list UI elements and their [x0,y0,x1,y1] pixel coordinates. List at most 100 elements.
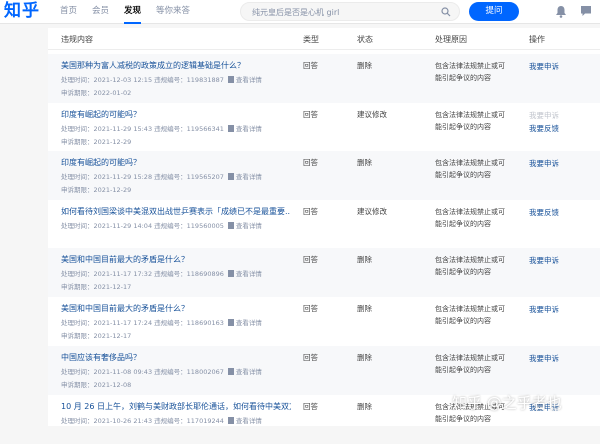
row-actions: 我要反馈 [529,206,559,219]
reason-line: 能引起争议的内容 [435,74,491,82]
table-row: 如何看待刘国梁谈中美混双出战世乒赛表示「成绩已不是最重要... 处理时间：2021… [48,200,600,249]
appeal-button: 我要申诉 [529,111,559,120]
row-actions: 我要申诉 [529,303,559,316]
reason-line: 包含法律法规禁止或可 [435,159,505,167]
search-input[interactable]: 纯元皇后是否是心机 girl [240,2,460,21]
view-details-link[interactable]: 查看详情 [236,368,262,376]
view-details-link[interactable]: 查看详情 [236,76,262,84]
appeal-button[interactable]: 我要申诉 [529,352,559,365]
reason-line: 能引起争议的内容 [435,317,491,325]
process-time: 处理时间：2021-11-08 09:43 [61,368,153,376]
row-actions: 我要申诉 [529,157,559,170]
process-reason: 包含法律法规禁止或可 能引起争议的内容 [435,109,515,133]
process-reason: 包含法律法规禁止或可 能引起争议的内容 [435,303,515,327]
process-reason: 包含法律法规禁止或可 能引起争议的内容 [435,254,515,278]
violation-title-link[interactable]: 印度有崛起的可能吗？ [61,109,141,120]
ask-button[interactable]: 提问 [469,2,519,21]
document-icon [227,173,234,180]
content-type: 回答 [303,207,318,216]
column-actions: 操作 [529,35,545,44]
process-time: 处理时间：2021-11-29 14:04 [61,222,153,230]
zhihu-logo[interactable]: 知乎 [4,1,40,21]
status-text: 删除 [357,402,372,411]
nav-home[interactable]: 首页 [60,0,77,24]
table-row: 印度有崛起的可能吗？ 处理时间：2021-11-29 15:43 违规编号：119… [48,103,600,152]
appeal-deadline: 申诉期限：2021-12-08 [61,381,132,389]
violation-title-link[interactable]: 中国应该有奢侈品吗？ [61,352,141,363]
nav-membership[interactable]: 会员 [92,0,109,24]
appeal-deadline: 申诉期限：2021-12-17 [61,283,132,291]
violation-code: 违规编号：119560005 [154,222,224,230]
status-text: 建议修改 [357,207,387,216]
view-details-link[interactable]: 查看详情 [236,270,262,278]
appeal-button[interactable]: 我要申诉 [529,157,559,170]
feedback-button[interactable]: 我要反馈 [529,206,559,219]
view-details-link[interactable]: 查看详情 [236,417,262,425]
process-time: 处理时间：2021-11-17 17:24 [61,319,153,327]
search-icon[interactable] [441,7,451,17]
feedback-button[interactable]: 我要反馈 [529,122,559,135]
column-content: 违规内容 [61,35,93,44]
process-time: 处理时间：2021-11-29 15:28 [61,173,153,181]
violation-title-link[interactable]: 印度有崛起的可能吗？ [61,157,141,168]
violation-title-link[interactable]: 美国和中国目前最大的矛盾是什么？ [61,303,189,314]
nav-discover[interactable]: 发现 [124,0,142,24]
appeal-deadline: 申诉期限：2021-12-17 [61,332,132,340]
violation-title-link[interactable]: 美国和中国目前最大的矛盾是什么？ [61,254,189,265]
violation-records-panel: 违规内容 类型 状态 处理原因 操作 美国那种为富人减税的政策成立的逻辑基础是什… [48,28,600,426]
violation-title-link[interactable]: 如何看待刘国梁谈中美混双出战世乒赛表示「成绩已不是最重要... [61,206,291,217]
search-placeholder: 纯元皇后是否是心机 girl [252,8,340,17]
process-reason: 包含法律法规禁止或可 能引起争议的内容 [435,60,515,84]
process-reason: 包含法律法规禁止或可 能引起争议的内容 [435,157,515,181]
document-icon [227,270,234,277]
table-row: 美国那种为富人减税的政策成立的逻辑基础是什么？ 处理时间：2021-12-03 1… [48,54,600,103]
reason-line: 能引起争议的内容 [435,268,491,276]
content-type: 回答 [303,402,318,411]
reason-line: 能引起争议的内容 [435,366,491,374]
table-header: 违规内容 类型 状态 处理原因 操作 [48,28,600,50]
content-type: 回答 [303,304,318,313]
appeal-button[interactable]: 我要申诉 [529,303,559,316]
view-details-link[interactable]: 查看详情 [236,173,262,181]
view-details-link[interactable]: 查看详情 [236,319,262,327]
reason-line: 包含法律法规禁止或可 [435,305,505,313]
row-actions: 我要申诉 [529,60,559,73]
column-status: 状态 [357,35,373,44]
message-icon[interactable] [580,5,592,17]
reason-line: 能引起争议的内容 [435,220,491,228]
content-type: 回答 [303,110,318,119]
violation-code: 违规编号：118002067 [154,368,224,376]
status-text: 删除 [357,353,372,362]
violation-title-link[interactable]: 10 月 26 日上午，刘鹤与美财政部长耶伦通话，如何看待中美双方... [61,401,291,412]
violation-code: 违规编号：119566341 [154,125,224,133]
table-row: 美国和中国目前最大的矛盾是什么？ 处理时间：2021-11-17 17:32 违规… [48,248,600,297]
notification-bell-icon[interactable] [555,5,567,18]
violation-code: 违规编号：118690163 [154,319,224,327]
content-type: 回答 [303,255,318,264]
document-icon [227,125,234,132]
appeal-deadline: 申诉期限：2021-12-29 [61,138,132,146]
view-details-link[interactable]: 查看详情 [236,125,262,133]
violation-meta: 处理时间：2021-11-17 17:24 违规编号：118690163 查看详情 [61,317,262,327]
view-details-link[interactable]: 查看详情 [236,222,262,230]
appeal-button[interactable]: 我要申诉 [529,254,559,267]
reason-line: 包含法律法规禁止或可 [435,354,505,362]
appeal-button[interactable]: 我要申诉 [529,60,559,73]
status-text: 建议修改 [357,110,387,119]
table-row: 美国和中国目前最大的矛盾是什么？ 处理时间：2021-11-17 17:24 违规… [48,297,600,346]
row-actions: 我要申诉 [529,352,559,365]
main-nav: 首页 会员 发现 等你来答 [60,0,205,24]
violation-code: 违规编号：118690896 [154,270,224,278]
document-icon [227,368,234,375]
nav-waiting-answers[interactable]: 等你来答 [156,0,190,24]
row-actions: 我要申诉 我要反馈 [529,109,559,135]
violation-meta: 处理时间：2021-12-03 12:15 违规编号：119831887 查看详情 [61,74,262,84]
violation-meta: 处理时间：2021-11-29 15:43 违规编号：119566341 查看详情 [61,123,262,133]
violation-code: 违规编号：117019244 [154,417,224,425]
document-icon [227,222,234,229]
violation-title-link[interactable]: 美国那种为富人减税的政策成立的逻辑基础是什么？ [61,60,245,71]
violation-meta: 处理时间：2021-11-29 14:04 违规编号：119560005 查看详情 [61,220,262,230]
process-reason: 包含法律法规禁止或可 能引起争议的内容 [435,206,515,230]
appeal-deadline: 申诉期限：2022-01-02 [61,89,132,97]
status-text: 删除 [357,61,372,70]
